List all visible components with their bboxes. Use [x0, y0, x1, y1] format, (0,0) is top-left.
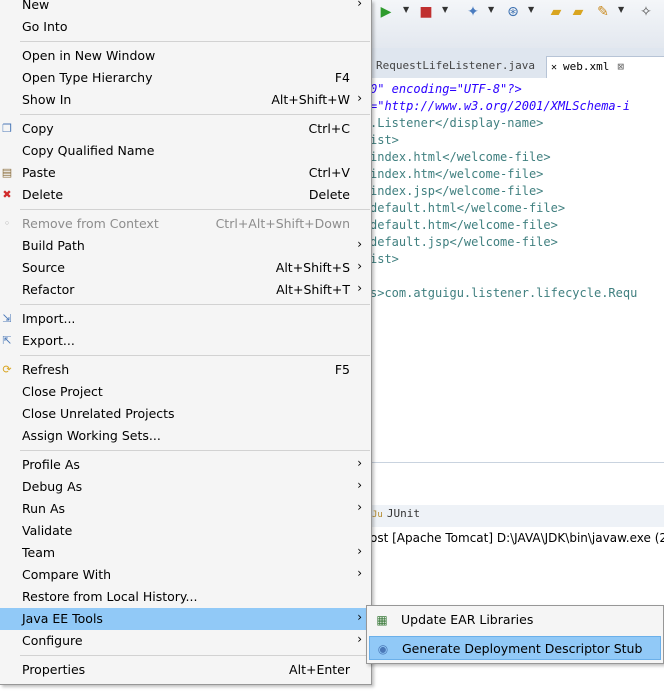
code-line: ="http://www.w3.org/2001/XMLSchema-i: [370, 99, 631, 113]
ear-libraries-icon: ▦: [376, 613, 388, 627]
descriptor-icon: ◉: [377, 642, 389, 656]
open-folder-icon[interactable]: ▰: [548, 4, 564, 20]
menu-item-validate[interactable]: Validate: [0, 520, 370, 542]
code-line: default.htm</welcome-file>: [370, 218, 558, 232]
menu-item-compare-with[interactable]: Compare With ›: [0, 564, 370, 586]
chevron-right-icon: ›: [357, 544, 362, 558]
menu-item-source[interactable]: Source Alt+Shift+S ›: [0, 257, 370, 279]
chevron-right-icon: ›: [357, 610, 362, 624]
code-line: 0" encoding="UTF-8"?>: [370, 82, 522, 96]
menu-item-close-unrelated-projects[interactable]: Close Unrelated Projects: [0, 403, 370, 425]
chevron-right-icon: ›: [357, 478, 362, 492]
code-line: default.html</welcome-file>: [370, 201, 566, 215]
import-icon: ⇲: [2, 312, 12, 325]
export-icon: ⇱: [2, 334, 12, 347]
menu-item-go-into[interactable]: Go Into: [0, 16, 370, 38]
chevron-right-icon: ›: [357, 0, 362, 10]
xml-file-icon: ✕: [551, 62, 558, 73]
chevron-right-icon: ›: [357, 500, 362, 514]
pen-dropdown-icon[interactable]: ▼: [618, 5, 624, 14]
menu-item-assign-working-sets[interactable]: Assign Working Sets...: [0, 425, 370, 447]
code-line: s>com.atguigu.listener.lifecycle.Requ: [370, 286, 638, 300]
submenu-item-generate-deployment-descriptor-stub[interactable]: ◉ Generate Deployment Descriptor Stub: [369, 636, 661, 660]
run-dropdown-icon[interactable]: ▼: [403, 5, 409, 14]
menu-item-new[interactable]: New ›: [0, 0, 370, 16]
menu-item-refactor[interactable]: Refactor Alt+Shift+T ›: [0, 279, 370, 301]
delete-icon: ✖: [2, 188, 12, 201]
menu-item-show-in[interactable]: Show In Alt+Shift+W ›: [0, 89, 370, 111]
chevron-right-icon: ›: [357, 456, 362, 470]
menu-item-run-as[interactable]: Run As ›: [0, 498, 370, 520]
menu-item-close-project[interactable]: Close Project: [0, 381, 370, 403]
refresh-icon: ⟳: [2, 363, 12, 376]
menu-item-debug-as[interactable]: Debug As ›: [0, 476, 370, 498]
menu-separator: [20, 114, 370, 115]
tab-label: RequestLifeListener.java: [376, 59, 535, 72]
submenu-item-update-ear-libraries[interactable]: ▦ Update EAR Libraries: [369, 608, 661, 632]
chevron-right-icon: ›: [357, 632, 362, 646]
menu-item-delete[interactable]: ✖ Delete Delete: [0, 184, 370, 206]
menu-separator: [20, 450, 370, 451]
java-ee-tools-submenu: ▦ Update EAR Libraries ◉ Generate Deploy…: [366, 605, 664, 664]
menu-item-remove-from-context: ◦ Remove from Context Ctrl+Alt+Shift+Dow…: [0, 213, 370, 235]
menu-item-copy-qualified-name[interactable]: Copy Qualified Name: [0, 140, 370, 162]
menu-item-refresh[interactable]: ⟳ Refresh F5: [0, 359, 370, 381]
code-line: ist>: [370, 252, 399, 266]
menu-separator: [20, 209, 370, 210]
chevron-right-icon: ›: [357, 566, 362, 580]
tab-junit[interactable]: Ju JUnit: [372, 507, 420, 520]
code-line: default.jsp</welcome-file>: [370, 235, 558, 249]
menu-item-paste[interactable]: ▤ Paste Ctrl+V: [0, 162, 370, 184]
menu-item-java-ee-tools[interactable]: Java EE Tools ›: [0, 608, 370, 630]
paste-icon: ▤: [1, 166, 13, 179]
open-type-icon[interactable]: ▰: [570, 4, 586, 20]
tab-label: web.xml: [563, 60, 610, 73]
menu-item-properties[interactable]: Properties Alt+Enter: [0, 659, 370, 681]
menu-item-open-type-hierarchy[interactable]: Open Type Hierarchy F4: [0, 67, 370, 89]
menu-item-export[interactable]: ⇱ Export...: [0, 330, 370, 352]
code-line: .Listener</display-name>: [370, 116, 544, 130]
menu-item-configure[interactable]: Configure ›: [0, 630, 370, 652]
menu-separator: [20, 355, 370, 356]
pen-icon[interactable]: ✎: [595, 4, 611, 20]
remove-context-icon: ◦: [3, 217, 11, 230]
menu-item-restore-from-local-history[interactable]: Restore from Local History...: [0, 586, 370, 608]
nav-icon[interactable]: ✧: [638, 4, 654, 20]
chevron-right-icon: ›: [357, 281, 362, 295]
search-dropdown-icon[interactable]: ▼: [528, 5, 534, 14]
tab-label: JUnit: [386, 507, 420, 520]
editor-tab-bar: RequestLifeListener.java ✕ web.xml ⊠: [370, 48, 664, 79]
panel-tab-bar: Ju JUnit: [370, 505, 664, 527]
new-wizard-icon[interactable]: ✦: [465, 4, 481, 20]
code-line: ist>: [370, 133, 399, 147]
menu-separator: [20, 41, 370, 42]
search-icon[interactable]: ⊛: [505, 4, 521, 20]
menu-item-open-in-new-window[interactable]: Open in New Window: [0, 45, 370, 67]
copy-icon: ❐: [2, 122, 12, 135]
code-editor[interactable]: 0" encoding="UTF-8"?> ="http://www.w3.or…: [370, 78, 664, 458]
tab-web-xml[interactable]: ✕ web.xml ⊠: [546, 56, 664, 79]
server-dropdown-icon[interactable]: ▼: [442, 5, 448, 14]
new-dropdown-icon[interactable]: ▼: [488, 5, 494, 14]
menu-item-team[interactable]: Team ›: [0, 542, 370, 564]
menu-item-copy[interactable]: ❐ Copy Ctrl+C: [0, 118, 370, 140]
tab-request-life-listener[interactable]: RequestLifeListener.java: [376, 56, 535, 78]
menu-item-build-path[interactable]: Build Path ›: [0, 235, 370, 257]
junit-icon: Ju: [372, 510, 383, 520]
menu-separator: [20, 304, 370, 305]
menu-item-profile-as[interactable]: Profile As ›: [0, 454, 370, 476]
close-icon[interactable]: ⊠: [617, 60, 624, 73]
chevron-right-icon: ›: [357, 259, 362, 273]
menu-separator: [20, 655, 370, 656]
chevron-right-icon: ›: [357, 91, 362, 105]
code-line: index.htm</welcome-file>: [370, 167, 544, 181]
context-menu: New › Go Into Open in New Window Open Ty…: [0, 0, 372, 685]
run-icon[interactable]: ▶: [378, 4, 394, 20]
console-process-line: ost [Apache Tomcat] D:\JAVA\JDK\bin\java…: [370, 531, 664, 545]
server-icon[interactable]: ■: [418, 4, 434, 20]
code-line: index.html</welcome-file>: [370, 150, 551, 164]
chevron-right-icon: ›: [357, 237, 362, 251]
menu-item-import[interactable]: ⇲ Import...: [0, 308, 370, 330]
code-line: index.jsp</welcome-file>: [370, 184, 544, 198]
